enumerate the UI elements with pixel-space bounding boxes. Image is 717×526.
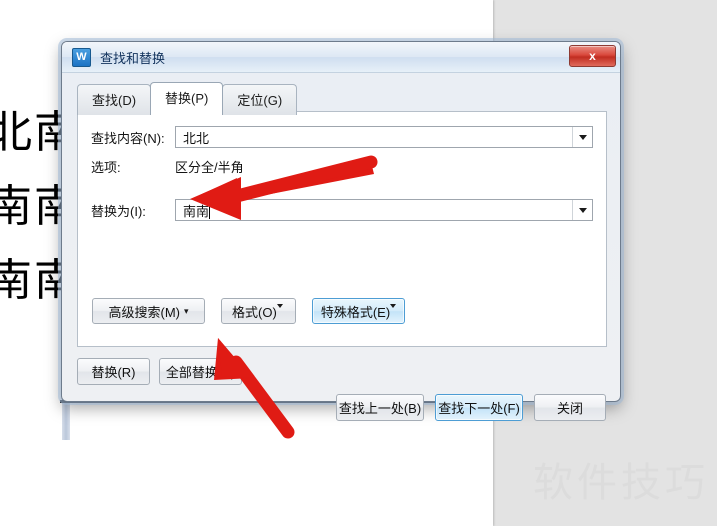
options-row: 选项: 区分全/半角 — [91, 157, 244, 176]
advanced-search-button[interactable]: 高级搜索(M) ▾ — [92, 298, 205, 324]
find-next-button[interactable]: 查找下一处(F) — [435, 394, 523, 421]
format-label: 格式(O) — [232, 304, 277, 320]
advanced-search-label: 高级搜索(M) — [108, 304, 180, 320]
find-replace-dialog: W 查找和替换 x 查找(D) 替换(P) 定位(G) 查找内容(N): 北北 … — [61, 41, 621, 421]
replace-label: 替换为(I): — [91, 203, 146, 219]
special-format-button[interactable]: 特殊格式(E) — [312, 298, 405, 324]
document-text-block: 北南 南南 南南 — [0, 96, 80, 318]
format-button[interactable]: 格式(O) — [221, 298, 296, 324]
replace-panel: 查找内容(N): 北北 选项: 区分全/半角 替换为(I): 南南 高级搜索(M… — [77, 111, 607, 347]
find-input-field[interactable]: 北北 — [175, 126, 593, 148]
tab-goto[interactable]: 定位(G) — [222, 84, 298, 115]
close-icon[interactable]: x — [569, 45, 616, 67]
tab-replace[interactable]: 替换(P) — [150, 82, 224, 115]
document-line: 南南 — [0, 182, 80, 231]
replace-input-field[interactable]: 南南 — [175, 199, 593, 221]
replace-all-button[interactable]: 全部替换(A) — [159, 358, 242, 385]
chevron-down-icon — [390, 304, 397, 318]
chevron-down-icon[interactable] — [572, 200, 592, 220]
replace-button[interactable]: 替换(R) — [77, 358, 150, 385]
tab-find[interactable]: 查找(D) — [77, 84, 152, 115]
navigation-action-row: 查找上一处(B) 查找下一处(F) 关闭 — [336, 394, 606, 421]
chevron-down-icon — [276, 304, 285, 318]
document-line: 南南 — [0, 256, 80, 305]
find-previous-button[interactable]: 查找上一处(B) — [336, 394, 424, 421]
replace-row: 替换为(I): 南南 — [91, 199, 595, 221]
replace-action-row: 替换(R) 全部替换(A) — [77, 358, 242, 385]
find-label: 查找内容(N): — [91, 130, 165, 146]
close-dialog-button[interactable]: 关闭 — [534, 394, 606, 421]
wps-app-icon: W — [72, 47, 91, 67]
options-value: 区分全/半角 — [175, 160, 244, 175]
watermark-text: 软件技巧 — [533, 461, 709, 505]
special-format-label: 特殊格式(E) — [320, 304, 391, 320]
dialog-title: 查找和替换 — [100, 50, 166, 66]
dialog-tabstrip: 查找(D) 替换(P) 定位(G) — [77, 82, 298, 115]
find-row: 查找内容(N): 北北 — [91, 126, 595, 148]
replace-input-text: 南南 — [183, 203, 210, 219]
dialog-titlebar[interactable]: W 查找和替换 x — [62, 42, 620, 73]
document-line: 北南 — [0, 108, 80, 157]
text-caret — [209, 203, 211, 219]
options-label: 选项: — [91, 160, 121, 175]
updown-arrows-icon: ▾ — [183, 305, 189, 316]
chevron-down-icon[interactable] — [572, 127, 592, 147]
find-input-value: 北北 — [183, 130, 210, 146]
replace-input-value: 南南 — [176, 201, 572, 220]
format-button-row: 高级搜索(M) ▾ 格式(O) 特殊格式(E) — [92, 298, 405, 324]
